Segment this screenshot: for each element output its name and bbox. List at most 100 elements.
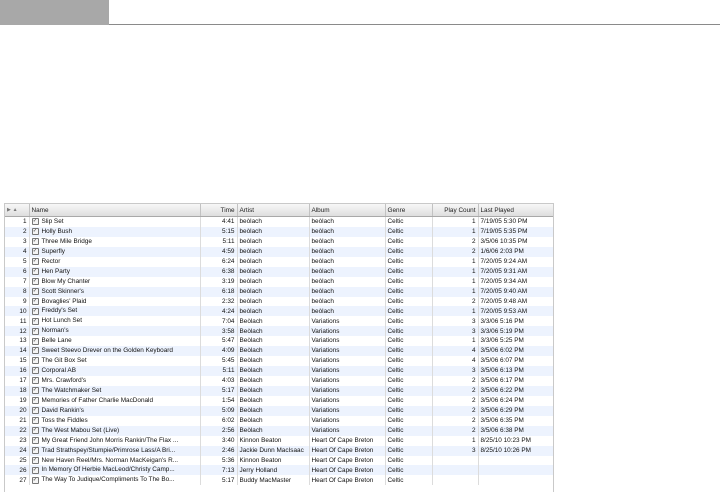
track-play-count [432,465,479,476]
table-row[interactable]: 16 ✓ Corporal AB 5:11 Beòlach Variations Celti… [5,366,553,376]
track-genre: Celtic [385,276,433,287]
checkbox-icon[interactable]: ✓ [31,377,39,385]
name-column-header[interactable]: Name [29,204,201,217]
table-row[interactable]: 25 ✓ New Haven Reel/Mrs. Norman MacKeigan'… [5,455,553,466]
track-genre: Celtic [385,435,433,446]
table-row[interactable]: 12 ✓ Norman's 3:58 Beòlach Variations Celtic 3 3… [5,326,553,337]
genre-column-header[interactable]: Genre [385,204,433,217]
checkbox-icon[interactable]: ✓ [31,436,39,444]
play-arrow-icon[interactable]: ▶ [7,207,11,213]
checkbox-icon[interactable]: ✓ [31,258,39,265]
table-row[interactable]: 23 ✓ My Great Friend John Morris Rankin/Th… [5,435,553,446]
checkbox-icon[interactable]: ✓ [31,387,39,395]
track-genre: Celtic [385,336,433,347]
table-row[interactable]: 15 ✓ The Git Box Set 5:45 Beòlach Variations C… [5,356,553,367]
checkbox-icon[interactable]: ✓ [31,277,39,285]
checkbox-icon[interactable]: ✓ [31,417,39,424]
track-last-played: 3/5/06 6:02 PM [478,346,553,357]
header-row: ▶ ▲ Name Time Artist Album Genre Play Co… [5,204,553,217]
track-time: 4:41 [200,216,238,227]
checkbox-icon[interactable]: ✓ [31,218,39,226]
checkbox-icon[interactable]: ✓ [31,446,39,454]
checkbox-icon[interactable]: ✓ [31,327,39,335]
table-row[interactable]: 17 ✓ Mrs. Crawford's 4:03 Beòlach Variations C… [5,376,553,386]
track-album: Variations [309,385,386,396]
checkbox-icon[interactable]: ✓ [31,287,39,295]
checkbox-icon[interactable]: ✓ [31,407,39,415]
checkbox-icon[interactable]: ✓ [31,456,39,464]
checkbox-icon[interactable]: ✓ [31,238,39,246]
sort-ascending-icon[interactable]: ▲ [13,207,18,213]
checkbox-icon[interactable]: ✓ [31,317,39,325]
track-artist: Kinnon Beaton [237,455,310,466]
track-last-played: 1/6/06 2:03 PM [478,246,553,257]
play-count-column-header[interactable]: Play Count [432,204,479,217]
table-row[interactable]: 18 ✓ The Watchmaker Set 5:17 Beòlach Variatio… [5,385,553,396]
track-number: 4 [5,246,30,257]
checkbox-icon[interactable]: ✓ [31,248,39,256]
table-row[interactable]: 22 ✓ The West Mabou Set (Live) 2:56 Beòlach V… [5,425,553,436]
track-last-played: 3/5/06 6:13 PM [478,366,553,376]
table-row[interactable]: 4 ✓ Superfly 4:59 beòlach beòlach Celtic 2 1/6/0… [5,246,553,257]
checkbox-icon[interactable]: ✓ [31,367,39,375]
track-number: 12 [5,326,30,337]
table-row[interactable]: 7 ✓ Blow My Chanter 3:19 beòlach beòlach Celti… [5,276,553,287]
checkbox-icon[interactable]: ✓ [31,307,39,315]
track-number: 5 [5,256,30,267]
track-play-count: 1 [432,276,479,287]
track-album: Variations [309,336,386,347]
track-last-played: 3/5/06 6:07 PM [478,356,553,367]
table-row[interactable]: 20 ✓ David Rankin's 5:09 Beòlach Variations Ce… [5,405,553,416]
track-genre: Celtic [385,445,433,456]
table-row[interactable]: 3 ✓ Three Mile Bridge 5:11 beòlach beòlach Cel… [5,236,553,247]
table-row[interactable]: 10 ✓ Freddy's Set 4:24 beòlach beòlach Celtic 1… [5,306,553,317]
checkbox-icon[interactable]: ✓ [31,466,39,474]
track-play-count: 3 [432,445,479,456]
table-row[interactable]: 2 ✓ Holly Bush 5:15 beòlach beòlach Celtic 1 7/1… [5,226,553,237]
time-column-header[interactable]: Time [200,204,238,217]
checkbox-icon[interactable]: ✓ [31,426,39,434]
table-row[interactable]: 14 ✓ Sweet Steevo Drever on the Golden Key… [5,346,553,357]
table-row[interactable]: 1 ✓ Slip Set 4:41 beòlach beòlach Celtic 1 7/19/… [5,216,553,227]
checkbox-icon[interactable]: ✓ [31,297,39,305]
table-row[interactable]: 6 ✓ Hen Party 6:38 beòlach beòlach Celtic 1 7/20… [5,266,553,277]
track-name-cell: ✓ The West Mabou Set (Live) [29,425,201,436]
track-last-played: 3/5/06 10:35 PM [478,236,553,247]
album-column-header[interactable]: Album [309,204,386,217]
checkbox-icon[interactable]: ✓ [31,337,39,345]
track-name: David Rankin's [41,406,84,414]
table-row[interactable]: 19 ✓ Memories of Father Charlie MacDonald 1… [5,395,553,406]
table-row[interactable]: 11 ✓ Hot Lunch Set 7:04 Beòlach Variations Cel… [5,316,553,327]
track-play-count: 2 [432,236,479,247]
track-album: Variations [309,366,386,376]
track-name: New Haven Reel/Mrs. Norman MacKeigan's R… [41,456,179,464]
index-column-header[interactable]: ▶ ▲ [5,204,30,217]
table-row[interactable]: 8 ✓ Scott Skinner's 6:18 beòlach beòlach Celti… [5,286,553,297]
track-time: 4:59 [200,246,238,257]
checkbox-icon[interactable]: ✓ [31,347,39,355]
checkbox-icon[interactable]: ✓ [31,228,39,236]
table-row[interactable]: 26 ✓ In Memory Of Herbie MacLeod/Christy C… [5,465,553,476]
track-album: Heart Of Cape Breton [309,445,386,456]
track-genre: Celtic [385,376,433,386]
track-album: beòlach [309,296,386,307]
table-row[interactable]: 27 ✓ The Way To Judique/Compliments To The… [5,475,553,486]
track-artist: Beòlach [237,405,310,416]
checkbox-icon[interactable]: ✓ [31,267,39,275]
table-row[interactable]: 9 ✓ Bovaglies' Plaid 2:32 beòlach beòlach Celt… [5,296,553,307]
table-row[interactable]: 21 ✓ Toss the Fiddles 6:02 Beòlach Variations… [5,415,553,426]
track-name: Toss the Fiddles [41,416,88,424]
track-genre: Celtic [385,296,433,307]
artist-column-header[interactable]: Artist [237,204,310,217]
checkbox-icon[interactable]: ✓ [31,357,39,365]
track-number: 10 [5,306,30,317]
table-row[interactable]: 13 ✓ Belle Lane 5:47 Beòlach Variations Celtic… [5,336,553,347]
checkbox-icon[interactable]: ✓ [31,397,39,405]
table-row[interactable]: 5 ✓ Rector 6:24 beòlach beòlach Celtic 1 7/20/05… [5,256,553,267]
table-row[interactable]: 24 ✓ Trad Strathspey/Stumpie/Primrose Lass… [5,445,553,456]
track-name-cell: ✓ The Watchmaker Set [29,385,201,396]
last-played-column-header[interactable]: Last Played [478,204,553,217]
checkbox-icon[interactable]: ✓ [31,476,39,484]
track-album: Variations [309,316,386,327]
track-list[interactable]: ▶ ▲ Name Time Artist Album Genre Play Co… [4,203,554,492]
